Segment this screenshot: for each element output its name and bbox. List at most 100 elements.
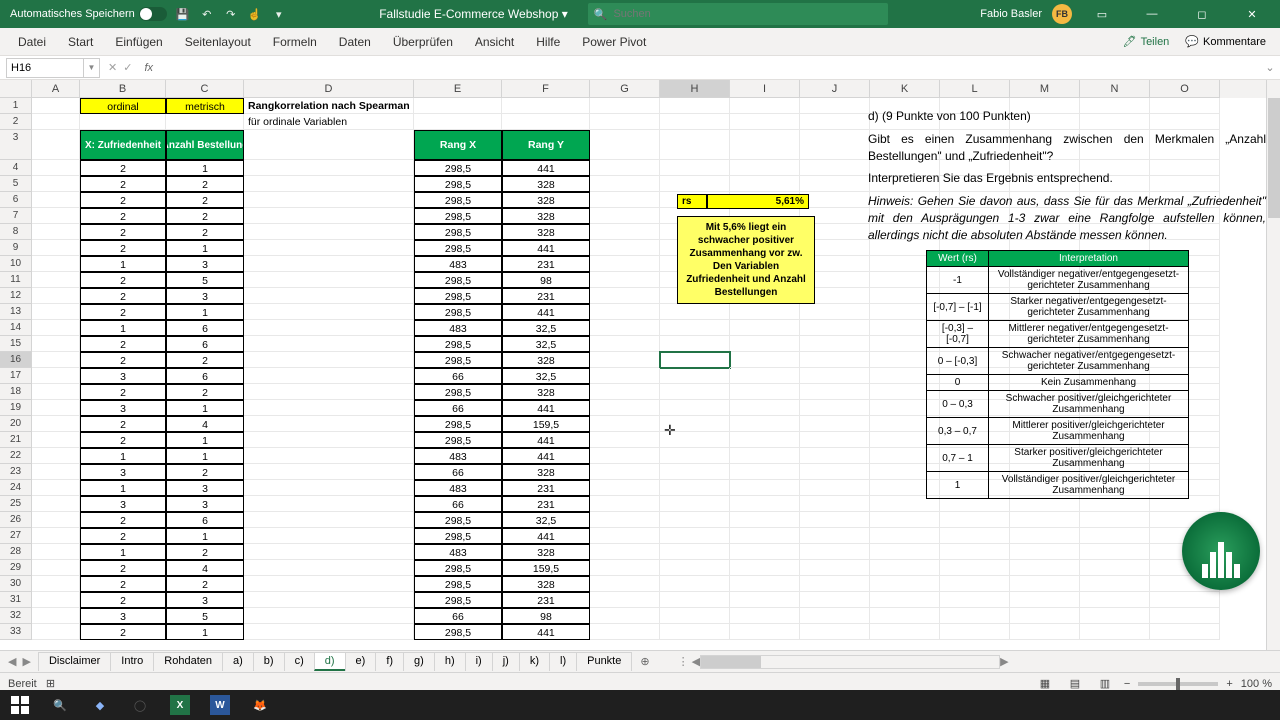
cell-E[interactable]: 298,5: [414, 384, 502, 400]
cell-L[interactable]: [940, 592, 1010, 608]
cell-C[interactable]: [166, 114, 244, 130]
cell-G[interactable]: [590, 98, 660, 114]
cell-B[interactable]: 2: [80, 288, 166, 304]
cell-B[interactable]: 2: [80, 624, 166, 640]
cell-B[interactable]: 2: [80, 208, 166, 224]
cell-I[interactable]: [730, 176, 800, 192]
cell-G[interactable]: [590, 336, 660, 352]
cell-F[interactable]: 328: [502, 464, 590, 480]
cell-G[interactable]: [590, 608, 660, 624]
name-box-dropdown[interactable]: ▼: [84, 58, 100, 78]
cell-I[interactable]: [730, 160, 800, 176]
cell-G[interactable]: [590, 528, 660, 544]
close-icon[interactable]: ✕: [1232, 0, 1272, 28]
cell-E[interactable]: 483: [414, 480, 502, 496]
cell-G[interactable]: [590, 432, 660, 448]
cell-I[interactable]: [730, 304, 800, 320]
sheet-tab-j[interactable]: j): [492, 652, 520, 671]
accessibility-icon[interactable]: ⊞: [46, 678, 55, 690]
cell-G[interactable]: [590, 352, 660, 368]
column-header-N[interactable]: N: [1080, 80, 1150, 98]
cell-E[interactable]: 298,5: [414, 576, 502, 592]
cell-E[interactable]: 298,5: [414, 624, 502, 640]
cell-H[interactable]: [660, 176, 730, 192]
cell-H[interactable]: [660, 592, 730, 608]
cell-A[interactable]: [32, 576, 80, 592]
cell-C[interactable]: 1: [166, 624, 244, 640]
cell-B[interactable]: 3: [80, 496, 166, 512]
cell-H[interactable]: [660, 352, 730, 368]
cell-I[interactable]: [730, 576, 800, 592]
cell-A[interactable]: [32, 512, 80, 528]
row-header-6[interactable]: 6: [0, 192, 32, 208]
cell-F[interactable]: 32,5: [502, 368, 590, 384]
cell-J[interactable]: [800, 416, 870, 432]
ribbon-tab-power pivot[interactable]: Power Pivot: [572, 31, 656, 53]
spreadsheet-grid[interactable]: ABCDEFGHIJKLMNO 1ordinalmetrischRangkorr…: [0, 80, 1280, 650]
cell-A[interactable]: [32, 98, 80, 114]
column-header-B[interactable]: B: [80, 80, 166, 98]
cell-G[interactable]: [590, 416, 660, 432]
ribbon-tab-einfügen[interactable]: Einfügen: [105, 31, 172, 53]
cell-D[interactable]: [244, 544, 414, 560]
cell-B[interactable]: 1: [80, 448, 166, 464]
cell-K[interactable]: [870, 560, 940, 576]
horizontal-scrollbar[interactable]: [700, 655, 1000, 669]
ribbon-tab-seitenlayout[interactable]: Seitenlayout: [175, 31, 261, 53]
name-box[interactable]: H16: [6, 58, 84, 78]
row-header-16[interactable]: 16: [0, 352, 32, 368]
cell-J[interactable]: [800, 160, 870, 176]
row-header-20[interactable]: 20: [0, 416, 32, 432]
cell-B[interactable]: 2: [80, 512, 166, 528]
cell-K[interactable]: [870, 528, 940, 544]
cell-E[interactable]: 66: [414, 400, 502, 416]
cell-K[interactable]: [870, 576, 940, 592]
cell-D[interactable]: [244, 304, 414, 320]
comments-button[interactable]: 💬 Kommentare: [1179, 33, 1272, 50]
cell-C[interactable]: 2: [166, 208, 244, 224]
cell-F[interactable]: 441: [502, 528, 590, 544]
cell-J[interactable]: [800, 528, 870, 544]
cell-C[interactable]: 1: [166, 160, 244, 176]
sheet-tab-b[interactable]: b): [253, 652, 285, 671]
cell-N[interactable]: [1080, 544, 1150, 560]
cell-A[interactable]: [32, 352, 80, 368]
cell-B[interactable]: 2: [80, 304, 166, 320]
cell-G[interactable]: [590, 114, 660, 130]
cell-N[interactable]: [1080, 576, 1150, 592]
autosave-toggle[interactable]: Automatisches Speichern: [10, 7, 167, 21]
cell-E[interactable]: 298,5: [414, 288, 502, 304]
sheet-tab-f[interactable]: f): [375, 652, 404, 671]
start-button[interactable]: [0, 690, 40, 720]
cell-F[interactable]: 159,5: [502, 560, 590, 576]
cell-H[interactable]: [660, 400, 730, 416]
zoom-level[interactable]: 100 %: [1241, 678, 1272, 690]
cell-G[interactable]: [590, 320, 660, 336]
cell-C[interactable]: 4: [166, 560, 244, 576]
cell-D[interactable]: [244, 192, 414, 208]
cell-E[interactable]: 66: [414, 496, 502, 512]
row-header-4[interactable]: 4: [0, 160, 32, 176]
cell-F[interactable]: 32,5: [502, 512, 590, 528]
cell-H[interactable]: [660, 496, 730, 512]
cell-C[interactable]: 6: [166, 336, 244, 352]
cell-J[interactable]: [800, 624, 870, 640]
zoom-slider[interactable]: [1138, 682, 1218, 686]
cell-A[interactable]: [32, 496, 80, 512]
cell-O[interactable]: [1150, 624, 1220, 640]
column-header-C[interactable]: C: [166, 80, 244, 98]
cell-H[interactable]: [660, 448, 730, 464]
cell-C[interactable]: Y: Anzahl Bestellungen: [166, 130, 244, 160]
formula-input[interactable]: [157, 58, 1260, 78]
cell-K[interactable]: [870, 544, 940, 560]
cell-J[interactable]: [800, 304, 870, 320]
cell-E[interactable]: 66: [414, 608, 502, 624]
cell-G[interactable]: [590, 560, 660, 576]
cell-E[interactable]: 66: [414, 464, 502, 480]
cell-A[interactable]: [32, 192, 80, 208]
sheet-tab-Punkte[interactable]: Punkte: [576, 652, 632, 671]
cell-D[interactable]: [244, 176, 414, 192]
row-header-15[interactable]: 15: [0, 336, 32, 352]
cell-M[interactable]: [1010, 592, 1080, 608]
word-taskbar-icon[interactable]: W: [200, 690, 240, 720]
